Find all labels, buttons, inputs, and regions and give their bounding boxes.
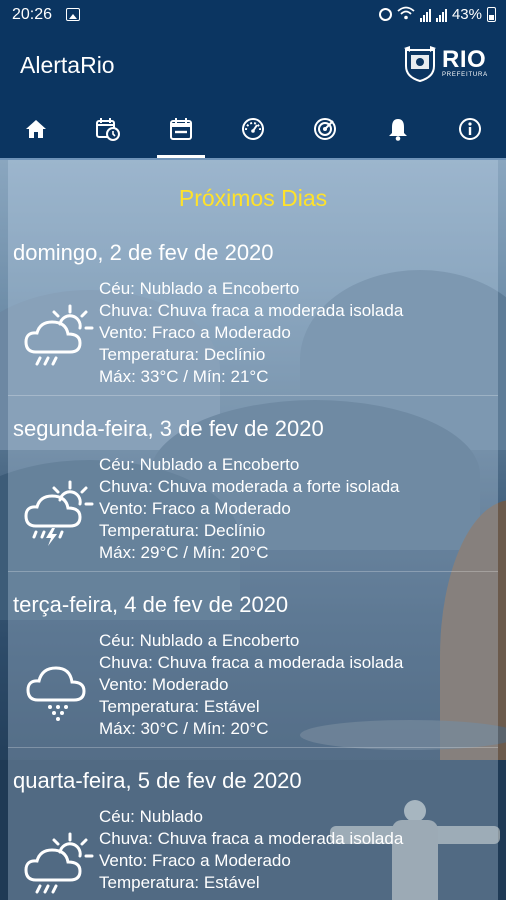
tab-home[interactable] [0, 100, 72, 158]
rio-crest-icon [403, 46, 436, 82]
calendar-icon [169, 118, 192, 140]
battery-percent: 43% [451, 6, 482, 23]
calendar-clock-icon [96, 118, 121, 141]
forecast-date: quarta-feira, 5 de fev de 2020 [13, 768, 302, 793]
rio-logo-text: RIO [441, 46, 487, 73]
forecast-rain: Chuva: Chuva fraca a moderada isolada [99, 653, 404, 672]
tab-alerts[interactable] [361, 100, 433, 158]
sun-cloud-rain-icon [24, 832, 94, 894]
section-title: Próximos Dias [178, 185, 328, 211]
forecast-day: quarta-feira, 5 de fev de 2020 Céu: Nubl… [8, 768, 498, 900]
forecast-day: terça-feira, 4 de fev de 2020 Céu: Nubla… [8, 592, 498, 768]
forecast-details: Céu: Nublado Chuva: Chuva fraca a modera… [99, 806, 403, 894]
rio-logo-subtext: PREFEITURA [441, 72, 488, 78]
status-bar: 20:26 43% [0, 0, 506, 30]
status-time: 20:26 [12, 6, 53, 23]
wifi-icon [397, 6, 415, 23]
info-icon [458, 118, 481, 140]
forecast-wind: Vento: Fraco a Moderado [99, 499, 291, 518]
forecast-details: Céu: Nublado a Encoberto Chuva: Chuva fr… [99, 630, 403, 740]
tab-schedule[interactable] [72, 100, 144, 158]
forecast-date: terça-feira, 4 de fev de 2020 [13, 592, 289, 617]
battery-icon [487, 7, 496, 22]
forecast-date: domingo, 2 de fev de 2020 [13, 240, 274, 265]
tab-gauge[interactable] [217, 100, 289, 158]
forecast-sky: Céu: Nublado a Encoberto [99, 279, 300, 298]
gauge-icon [241, 118, 264, 140]
forecast-temp-trend: Temperatura: Declínio [99, 521, 266, 540]
forecast-wind: Vento: Moderado [99, 675, 229, 694]
forecast-minmax: Máx: 33°C / Mín: 21°C [99, 367, 269, 386]
tab-next-days[interactable] [145, 100, 217, 158]
tab-radar[interactable] [289, 100, 361, 158]
forecast-sky: Céu: Nublado a Encoberto [99, 631, 300, 650]
app-title: AlertaRio [20, 52, 115, 78]
cloud-rain-icon [26, 666, 86, 721]
forecast-details: Céu: Nublado a Encoberto Chuva: Chuva mo… [99, 454, 400, 564]
forecast-temp-trend: Temperatura: Declínio [99, 345, 266, 364]
forecast-rain: Chuva: Chuva fraca a moderada isolada [99, 301, 404, 320]
day-separator [8, 395, 498, 396]
sun-cloud-rain-icon [24, 304, 94, 366]
forecast-sky: Céu: Nublado a Encoberto [99, 455, 300, 474]
home-icon [26, 120, 47, 138]
day-separator [8, 747, 498, 748]
alarm-icon [378, 8, 392, 21]
status-indicators: 43% [378, 6, 496, 23]
forecast-day: segunda-feira, 3 de fev de 2020 Céu: Nub… [8, 416, 498, 592]
forecast-temp-trend: Temperatura: Estável [99, 873, 260, 892]
forecast-date: segunda-feira, 3 de fev de 2020 [13, 416, 324, 441]
sun-cloud-storm-icon [24, 480, 94, 546]
day-separator [8, 571, 498, 572]
forecast-rain: Chuva: Chuva fraca a moderada isolada [99, 829, 404, 848]
forecast-wind: Vento: Fraco a Moderado [99, 323, 291, 342]
forecast-day: domingo, 2 de fev de 2020 Céu: Nublado a… [8, 240, 498, 416]
forecast-temp-trend: Temperatura: Estável [99, 697, 260, 716]
bell-icon [388, 119, 407, 141]
tab-info[interactable] [434, 100, 506, 158]
rio-prefeitura-logo: RIO PREFEITURA [402, 44, 488, 82]
image-notification-icon [66, 8, 80, 21]
forecast-minmax: Máx: 29°C / Mín: 20°C [99, 543, 269, 562]
radar-icon [314, 118, 337, 140]
signal-icon [419, 8, 431, 22]
app-bar: AlertaRio RIO PREFEITURA [0, 30, 506, 100]
signal-icon-2 [435, 8, 447, 22]
forecast-wind: Vento: Fraco a Moderado [99, 851, 291, 870]
tab-bar [0, 100, 506, 158]
forecast-minmax: Máx: 30°C / Mín: 20°C [99, 719, 269, 738]
forecast-details: Céu: Nublado a Encoberto Chuva: Chuva fr… [99, 278, 403, 388]
forecast-sky: Céu: Nublado [99, 807, 203, 826]
forecast-rain: Chuva: Chuva moderada a forte isolada [99, 477, 400, 496]
